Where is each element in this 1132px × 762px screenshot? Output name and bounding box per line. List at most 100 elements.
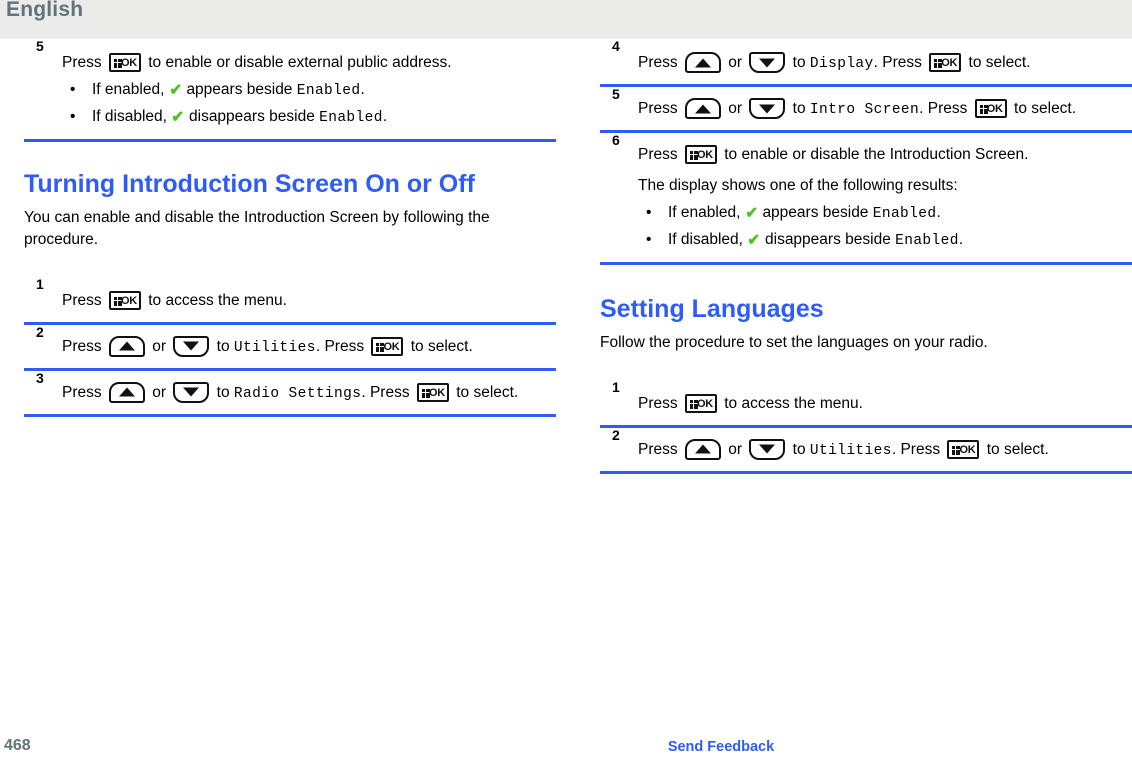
step-text-to: to bbox=[216, 383, 230, 401]
list-item: If enabled, ✔ appears beside Enabled. bbox=[638, 201, 1132, 225]
step-text-period: . bbox=[891, 440, 897, 458]
step-item: 6 Press OK to enable or disable the Intr… bbox=[600, 132, 1132, 265]
step-item: 2 Press or to Utilities. Press OK to sel… bbox=[24, 325, 556, 371]
procedure-steps-languages: 1 Press OK to access the menu. 2 Press o… bbox=[600, 380, 1132, 474]
bullet-mono-value: Enabled bbox=[296, 82, 361, 99]
step-text-press: Press bbox=[638, 100, 678, 118]
step-number: 2 bbox=[612, 426, 620, 443]
send-feedback-link[interactable]: Send Feedback bbox=[0, 739, 1132, 755]
ok-label: OK bbox=[429, 386, 445, 399]
up-arrow-key-icon[interactable] bbox=[108, 381, 145, 403]
step-item: 1 Press OK to access the menu. bbox=[600, 380, 1132, 428]
step-text-period: . bbox=[919, 100, 924, 118]
step-item: 2 Press or to Utilities. Press OK to sel… bbox=[600, 428, 1132, 474]
menu-ok-key-icon[interactable]: OK bbox=[974, 99, 1007, 119]
step-text-end: to select. bbox=[456, 383, 519, 401]
ok-label: OK bbox=[383, 340, 400, 353]
step-number: 2 bbox=[36, 323, 44, 340]
step-text-before-key: Press bbox=[638, 146, 678, 164]
bullet-middle: appears beside bbox=[186, 80, 293, 98]
bullet-mono-value: Enabled bbox=[895, 233, 959, 250]
down-arrow-key-icon[interactable] bbox=[173, 335, 210, 357]
header-language-label: English bbox=[6, 0, 84, 21]
result-intro-text: The display shows one of the following r… bbox=[638, 176, 958, 194]
down-arrow-key-icon[interactable] bbox=[749, 98, 786, 120]
right-column: 4 Press or to Display. Press OK to selec… bbox=[600, 39, 1132, 474]
ok-label: OK bbox=[959, 443, 976, 456]
step-text-press: Press bbox=[638, 54, 678, 71]
menu-ok-key-icon[interactable]: OK bbox=[108, 53, 141, 72]
step-text: Press OK to enable or disable external p… bbox=[62, 43, 556, 130]
bullet-prefix: If disabled, bbox=[92, 108, 167, 126]
down-arrow-key-icon[interactable] bbox=[749, 52, 786, 73]
step-item: 1 Press OK to access the menu. bbox=[24, 277, 556, 325]
menu-ok-key-icon[interactable]: OK bbox=[371, 336, 404, 356]
step-text-press2: Press bbox=[369, 383, 410, 401]
ok-label: OK bbox=[941, 57, 958, 69]
bullet-middle: disappears beside bbox=[189, 108, 315, 126]
bullet-prefix: If enabled, bbox=[92, 80, 165, 98]
up-arrow-key-icon[interactable] bbox=[108, 335, 145, 357]
step-text-after-key: to access the menu. bbox=[724, 395, 863, 412]
step-text-to: to bbox=[216, 337, 230, 355]
step-text-end: to select. bbox=[1014, 100, 1077, 118]
green-check-icon: ✔ bbox=[171, 109, 185, 127]
step-text-end: to select. bbox=[968, 54, 1031, 71]
bullet-prefix: If enabled, bbox=[668, 203, 741, 221]
step-number: 5 bbox=[612, 86, 620, 103]
step-text-or: or bbox=[728, 54, 743, 71]
step-text-press2: Press bbox=[927, 100, 968, 118]
step-text-end: to select. bbox=[986, 440, 1049, 458]
ok-label: OK bbox=[121, 57, 137, 69]
step-text-press2: Press bbox=[882, 54, 922, 71]
green-check-icon: ✔ bbox=[747, 232, 761, 250]
step-item: 3 Press or to Radio Settings. Press OK t… bbox=[24, 371, 556, 417]
page-title: Turning Introduction Screen On or Off bbox=[24, 169, 475, 198]
page-body: 5 Press OK to enable or disable external… bbox=[0, 39, 1132, 729]
step-text-or: or bbox=[152, 383, 167, 401]
up-arrow-key-icon[interactable] bbox=[684, 52, 721, 73]
page-header: English bbox=[0, 0, 1132, 39]
green-check-icon: ✔ bbox=[745, 204, 758, 222]
step-number: 6 bbox=[612, 132, 620, 149]
menu-ok-key-icon[interactable]: OK bbox=[416, 382, 449, 402]
step-item: 5 Press or to Intro Screen. Press OK to … bbox=[600, 86, 1132, 134]
step-text: Press or to Utilities. Press OK to selec… bbox=[62, 327, 556, 359]
bullet-suffix: . bbox=[936, 203, 941, 221]
ok-label: OK bbox=[697, 149, 713, 162]
step-text-after-key: to access the menu. bbox=[148, 292, 287, 310]
step-text-period: . bbox=[315, 337, 321, 355]
menu-ok-key-icon[interactable]: OK bbox=[684, 394, 717, 413]
up-arrow-key-icon[interactable] bbox=[684, 98, 721, 120]
step-text: Press OK to access the menu. bbox=[638, 382, 1132, 416]
section-intro-text: You can enable and disable the Introduct… bbox=[24, 209, 490, 249]
result-bullet-list: If enabled, ✔ appears beside Enabled. If… bbox=[638, 201, 1132, 253]
step-text-to: to bbox=[792, 440, 806, 458]
step-text-or: or bbox=[152, 337, 167, 355]
ok-label: OK bbox=[121, 295, 137, 308]
down-arrow-key-icon[interactable] bbox=[173, 381, 210, 403]
step-text-before-key: Press bbox=[62, 292, 102, 310]
list-item: If disabled, ✔ disappears beside Enabled… bbox=[638, 228, 1132, 252]
step-text: Press or to Radio Settings. Press OK to … bbox=[62, 373, 556, 405]
step-text-before-key: Press bbox=[638, 395, 678, 412]
bullet-mono-value: Enabled bbox=[319, 110, 383, 127]
ok-label: OK bbox=[986, 103, 1003, 116]
ok-label: OK bbox=[697, 398, 713, 410]
menu-ok-key-icon[interactable]: OK bbox=[684, 145, 717, 165]
down-arrow-key-icon[interactable] bbox=[749, 438, 786, 460]
menu-ok-key-icon[interactable]: OK bbox=[108, 291, 141, 311]
menu-ok-key-icon[interactable]: OK bbox=[929, 53, 962, 72]
step-text-press: Press bbox=[638, 440, 678, 458]
section-intro-text: Follow the procedure to set the language… bbox=[600, 334, 988, 351]
page-footer: 468 Send Feedback bbox=[0, 729, 1132, 762]
menu-item-name: Utilities bbox=[233, 339, 316, 356]
step-item: 4 Press or to Display. Press OK to selec… bbox=[600, 38, 1132, 88]
step-text: Press or to Utilities. Press OK to selec… bbox=[638, 430, 1132, 462]
step-text-after-key: to enable or disable the Introduction Sc… bbox=[724, 146, 1029, 164]
step-text-press: Press bbox=[62, 383, 102, 401]
up-arrow-key-icon[interactable] bbox=[684, 438, 721, 460]
menu-item-name: Display bbox=[809, 56, 874, 72]
step-number: 4 bbox=[612, 38, 620, 54]
menu-ok-key-icon[interactable]: OK bbox=[947, 439, 980, 459]
